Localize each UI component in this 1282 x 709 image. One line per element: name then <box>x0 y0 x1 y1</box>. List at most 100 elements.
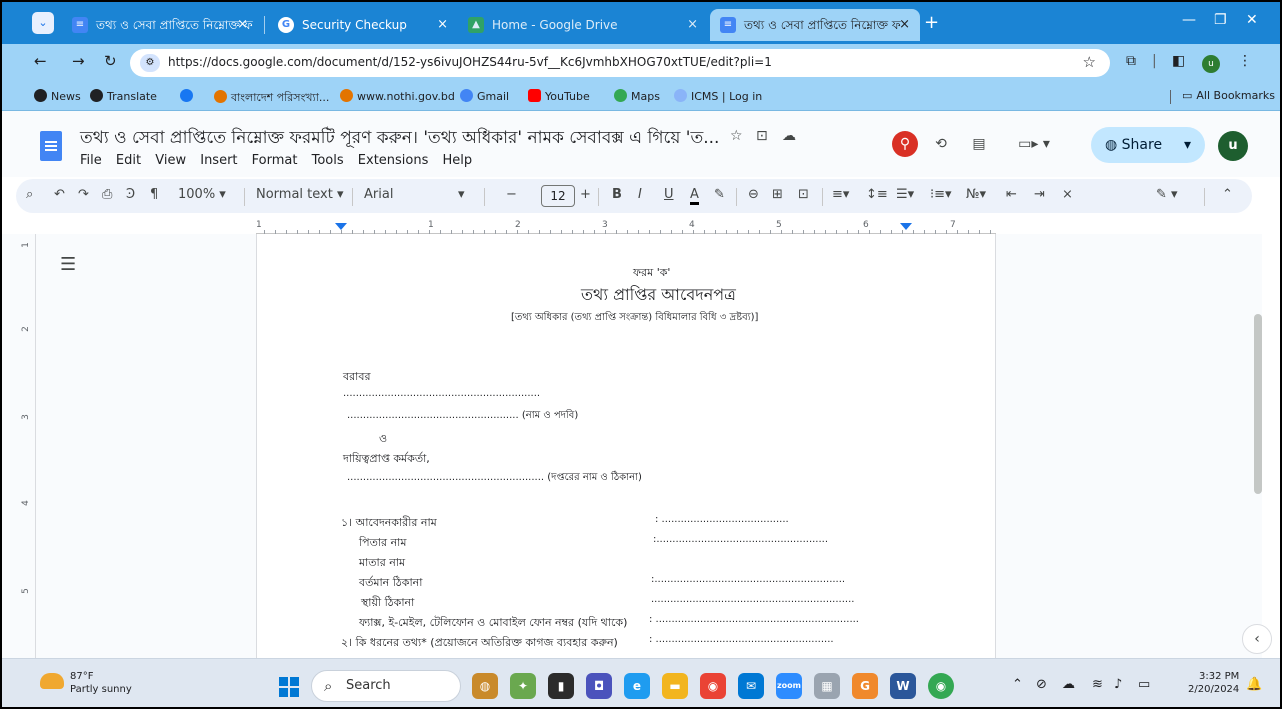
reload-icon[interactable]: ↻ <box>104 52 117 70</box>
bookmark-translate[interactable]: Translate <box>90 89 157 103</box>
task-view-icon[interactable]: ▮ <box>548 673 574 699</box>
editing-mode-icon[interactable]: ✎ ▾ <box>1156 187 1178 202</box>
bookmark-news[interactable]: News <box>34 89 81 103</box>
minimize-icon[interactable]: — <box>1182 12 1196 28</box>
menu-format[interactable]: Format <box>252 153 298 168</box>
tab-docs-1[interactable]: ≡ তথ্য ও সেবা প্রাপ্তিতে নিম্নোক্ত ফ × <box>62 9 258 41</box>
all-bookmarks-button[interactable]: ▭ All Bookmarks <box>1182 89 1275 102</box>
docs-logo-icon[interactable] <box>40 131 62 161</box>
volume-icon[interactable]: ♪ <box>1114 677 1122 692</box>
hide-menus-chevron-icon[interactable]: ⌃ <box>1222 187 1233 202</box>
tray-app-icon[interactable]: ⊘ <box>1036 677 1047 692</box>
extensions-puzzle-icon[interactable]: ⧉ <box>1126 53 1136 69</box>
field-value[interactable]: : ......................................… <box>649 634 834 645</box>
mail-icon[interactable]: ✉ <box>738 673 764 699</box>
vertical-scrollbar[interactable] <box>1254 314 1262 494</box>
menu-file[interactable]: File <box>80 153 102 168</box>
menu-insert[interactable]: Insert <box>200 153 237 168</box>
checklist-icon[interactable]: ☰▾ <box>896 187 914 202</box>
menu-help[interactable]: Help <box>443 153 473 168</box>
menu-view[interactable]: View <box>155 153 186 168</box>
move-folder-icon[interactable]: ⊡ <box>756 128 768 144</box>
battery-icon[interactable]: ▭ <box>1138 677 1150 692</box>
field-value[interactable]: ........................................… <box>651 594 854 605</box>
left-indent-marker[interactable] <box>335 223 347 230</box>
share-dropdown-icon[interactable]: ▾ <box>1184 127 1191 163</box>
insert-link-icon[interactable]: ⊖ <box>748 187 759 202</box>
star-icon[interactable]: ☆ <box>730 128 743 144</box>
add-comment-icon[interactable]: ⊞ <box>772 187 783 202</box>
app-g-icon[interactable]: G <box>852 673 878 699</box>
close-tab-icon[interactable]: × <box>437 9 448 41</box>
new-tab-button[interactable]: + <box>924 12 939 33</box>
numbered-list-icon[interactable]: №▾ <box>966 187 986 202</box>
decrease-indent-icon[interactable]: ⇤ <box>1006 187 1017 202</box>
redo-icon[interactable]: ↷ <box>78 187 89 202</box>
horizontal-ruler[interactable]: 1 1 2 3 4 5 6 7 <box>256 220 996 234</box>
weather-icon[interactable] <box>40 673 64 689</box>
search-menus-icon[interactable]: ⌕ <box>26 187 33 202</box>
bookmark-youtube[interactable]: YouTube <box>528 89 590 103</box>
file-explorer-icon[interactable]: ▬ <box>662 673 688 699</box>
version-history-icon[interactable]: ⟲ <box>928 131 954 157</box>
start-button[interactable] <box>279 677 299 697</box>
document-page[interactable]: ফরম 'ক' তথ্য প্রাপ্তির আবেদনপত্র [তথ্য অ… <box>256 234 996 658</box>
weather-widget[interactable]: 87°F Partly sunny <box>70 670 132 696</box>
address-bar[interactable]: ⚙ https://docs.google.com/document/d/152… <box>130 49 1110 77</box>
taskbar-search[interactable]: Search <box>311 670 461 702</box>
zoom-select[interactable]: 100% ▾ <box>178 187 226 202</box>
wifi-icon[interactable]: ≋ <box>1092 677 1103 692</box>
bookmark-star-icon[interactable]: ☆ <box>1083 53 1096 71</box>
highlight-pen-icon[interactable]: ✎ <box>714 187 725 202</box>
italic-button[interactable]: I <box>638 187 642 202</box>
profile-avatar[interactable]: u <box>1202 55 1220 73</box>
bookmark-icms[interactable]: ICMS | Log in <box>674 89 762 103</box>
system-clock[interactable]: 3:32 PM 2/20/2024 <box>1188 670 1239 696</box>
account-avatar[interactable]: u <box>1218 131 1248 161</box>
tab-search-chevron-icon[interactable]: ⌄ <box>32 12 54 34</box>
bookmark-nothi[interactable]: www.nothi.gov.bd <box>340 89 455 103</box>
menu-tools[interactable]: Tools <box>312 153 344 168</box>
right-indent-marker[interactable] <box>900 223 912 230</box>
menu-edit[interactable]: Edit <box>116 153 141 168</box>
widgets-app-icon[interactable]: ◍ <box>472 673 498 699</box>
back-arrow-icon[interactable]: ← <box>34 52 47 70</box>
cloud-saved-icon[interactable]: ☁ <box>782 128 796 144</box>
edge-browser-icon[interactable]: e <box>624 673 650 699</box>
site-info-icon[interactable]: ⚙ <box>140 54 160 72</box>
line-spacing-icon[interactable]: ↕≡ <box>866 187 888 202</box>
close-tab-icon[interactable]: × <box>237 9 248 41</box>
clear-formatting-icon[interactable]: ⨯ <box>1062 187 1073 202</box>
bulleted-list-icon[interactable]: ⁝≡▾ <box>930 187 952 202</box>
tab-docs-active[interactable]: ≡ তথ্য ও সেবা প্রাপ্তিতে নিম্নোক্ত ফ × <box>710 9 920 41</box>
undo-icon[interactable]: ↶ <box>54 187 65 202</box>
document-title[interactable]: তথ্য ও সেবা প্রাপ্তিতে নিম্নোক্ত ফরমটি প… <box>80 125 719 153</box>
teams-chat-icon[interactable]: ◘ <box>586 673 612 699</box>
increase-indent-icon[interactable]: ⇥ <box>1034 187 1045 202</box>
restore-icon[interactable]: ❐ <box>1214 12 1227 28</box>
font-select[interactable]: Arial ▾ <box>364 187 476 202</box>
notification-bell-icon[interactable]: 🔔 <box>1246 677 1262 692</box>
side-panel-chevron-icon[interactable]: ‹ <box>1242 624 1272 654</box>
addon-icon[interactable]: ⚲ <box>892 131 918 157</box>
tab-google-drive[interactable]: ▲ Home - Google Drive × <box>458 9 708 41</box>
align-icon[interactable]: ≡▾ <box>832 187 849 202</box>
show-hidden-icons-chevron[interactable]: ⌃ <box>1012 677 1023 692</box>
tab-security-checkup[interactable]: G Security Checkup × <box>268 9 458 41</box>
bookmark-facebook[interactable] <box>180 89 197 103</box>
meet-video-icon[interactable]: ▭▸ ▾ <box>1006 131 1062 157</box>
browser-menu-icon[interactable]: ⋮ <box>1238 53 1252 69</box>
share-button[interactable]: ◍ Share ▾ <box>1091 127 1205 163</box>
decrease-font-size-icon[interactable]: − <box>506 187 517 202</box>
font-size-input[interactable]: 12 <box>541 185 575 207</box>
vertical-ruler[interactable]: 1 2 3 4 5 <box>21 234 36 658</box>
field-value[interactable]: :.......................................… <box>653 534 828 545</box>
underline-button[interactable]: U <box>664 187 674 202</box>
close-tab-icon[interactable]: × <box>687 9 698 41</box>
field-value[interactable]: : ......................................… <box>649 614 859 625</box>
field-value[interactable]: : ......................................… <box>655 514 789 525</box>
close-tab-icon[interactable]: × <box>899 9 910 41</box>
calculator-icon[interactable]: ▦ <box>814 673 840 699</box>
bold-button[interactable]: B <box>612 187 622 202</box>
tray-cloud-icon[interactable]: ☁ <box>1062 677 1075 692</box>
